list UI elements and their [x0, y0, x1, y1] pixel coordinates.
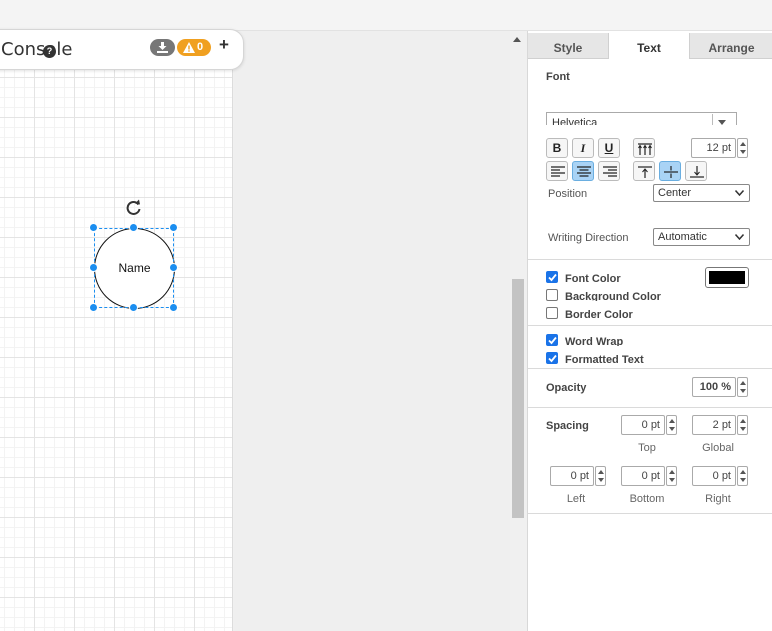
resize-handle-ne[interactable] — [169, 223, 178, 232]
align-bottom-button[interactable] — [685, 161, 707, 181]
check-icon — [548, 354, 557, 363]
chevron-down-icon — [735, 190, 744, 196]
spacing-right-caption: Right — [705, 493, 731, 505]
chevron-down-icon[interactable] — [718, 120, 726, 125]
divider — [528, 259, 772, 260]
spacing-top-input[interactable]: 0 pt — [621, 415, 665, 435]
word-wrap-label: Word Wrap — [565, 336, 624, 346]
font-color-label: Font Color — [565, 273, 621, 283]
console-title[interactable]: Console — [1, 39, 72, 60]
resize-handle-nw[interactable] — [89, 223, 98, 232]
spacing-global-stepper[interactable] — [737, 415, 748, 435]
tab-arrange[interactable]: Arrange — [689, 33, 772, 59]
resize-handle-n[interactable] — [129, 223, 138, 232]
align-top-icon — [638, 166, 652, 178]
add-button[interactable]: + — [219, 35, 229, 55]
align-center-button[interactable] — [572, 161, 594, 181]
font-color-checkbox[interactable] — [546, 271, 558, 283]
align-center-icon — [577, 166, 591, 177]
divider — [528, 513, 772, 514]
format-panel: Style Text Arrange Font Helvetica B I U … — [527, 31, 772, 631]
top-toolbar — [0, 0, 772, 31]
warning-badge[interactable]: 0 — [177, 39, 211, 56]
diagram-canvas[interactable] — [0, 31, 233, 631]
background-color-label: Background Color — [565, 291, 661, 301]
shape-label[interactable]: Name — [94, 261, 175, 275]
font-size-stepper[interactable] — [737, 138, 748, 158]
tab-text[interactable]: Text — [609, 33, 689, 59]
vertical-text-button[interactable] — [633, 138, 655, 158]
spacing-left-stepper[interactable] — [595, 466, 606, 486]
spacing-global-input[interactable]: 2 pt — [692, 415, 736, 435]
italic-button[interactable]: I — [572, 138, 594, 158]
spacing-bottom-input[interactable]: 0 pt — [621, 466, 665, 486]
resize-handle-se[interactable] — [169, 303, 178, 312]
chevron-down-icon — [735, 234, 744, 240]
spacing-right-input[interactable]: 0 pt — [692, 466, 736, 486]
divider — [528, 325, 772, 326]
position-label: Position — [548, 188, 588, 200]
bold-button[interactable]: B — [546, 138, 568, 158]
download-icon[interactable] — [150, 39, 175, 56]
writing-direction-label: Writing Direction — [548, 232, 629, 244]
background-color-checkbox[interactable] — [546, 289, 558, 301]
formatted-text-checkbox[interactable] — [546, 352, 558, 364]
border-color-label: Border Color — [565, 309, 633, 319]
font-section-title: Font — [546, 71, 570, 83]
resize-handle-e[interactable] — [169, 263, 178, 272]
underline-button[interactable]: U — [598, 138, 620, 158]
vertical-text-icon — [638, 143, 652, 155]
scrollbar-thumb[interactable] — [512, 279, 524, 518]
rotate-icon[interactable] — [125, 198, 143, 216]
position-select[interactable]: Center — [653, 184, 750, 202]
writing-direction-select[interactable]: Automatic — [653, 228, 750, 246]
spacing-right-stepper[interactable] — [737, 466, 748, 486]
warning-icon — [183, 42, 195, 53]
align-left-icon — [551, 166, 565, 177]
spacing-left-caption: Left — [566, 493, 586, 505]
resize-handle-sw[interactable] — [89, 303, 98, 312]
spacing-label: Spacing — [546, 420, 589, 432]
warning-count: 0 — [197, 41, 204, 53]
spacing-top-stepper[interactable] — [666, 415, 677, 435]
writing-direction-value: Automatic — [658, 231, 707, 243]
align-middle-button[interactable] — [659, 161, 681, 181]
divider — [528, 407, 772, 408]
align-right-icon — [603, 166, 617, 177]
spacing-bottom-stepper[interactable] — [666, 466, 677, 486]
align-left-button[interactable] — [546, 161, 568, 181]
opacity-stepper[interactable] — [737, 377, 748, 397]
font-size-input[interactable]: 12 pt — [691, 138, 736, 158]
scroll-up-arrow[interactable] — [513, 37, 521, 42]
font-color-swatch[interactable] — [705, 267, 749, 288]
help-icon[interactable]: ? — [43, 45, 56, 58]
formatted-text-label: Formatted Text — [565, 354, 644, 364]
canvas-background[interactable] — [234, 31, 510, 631]
align-top-button[interactable] — [633, 161, 655, 181]
align-middle-icon — [664, 166, 678, 178]
spacing-left-input[interactable]: 0 pt — [550, 466, 594, 486]
tab-style[interactable]: Style — [528, 33, 609, 59]
console-toolbar: Console ? 0 + — [0, 29, 244, 70]
opacity-label: Opacity — [546, 382, 587, 394]
resize-handle-s[interactable] — [129, 303, 138, 312]
font-family-select[interactable]: Helvetica — [546, 112, 737, 125]
check-icon — [548, 273, 557, 282]
font-select-divider — [712, 114, 713, 125]
position-value: Center — [658, 187, 692, 199]
divider — [528, 368, 772, 369]
resize-handle-w[interactable] — [89, 263, 98, 272]
spacing-top-caption: Top — [638, 442, 656, 454]
spacing-global-caption: Global — [702, 442, 734, 454]
check-icon — [548, 336, 557, 345]
font-family-value: Helvetica — [552, 117, 598, 125]
align-right-button[interactable] — [598, 161, 620, 181]
border-color-checkbox[interactable] — [546, 307, 558, 319]
word-wrap-checkbox[interactable] — [546, 334, 558, 346]
opacity-input[interactable]: 100 % — [692, 377, 736, 397]
spacing-bottom-caption: Bottom — [629, 493, 665, 505]
align-bottom-icon — [690, 166, 704, 178]
